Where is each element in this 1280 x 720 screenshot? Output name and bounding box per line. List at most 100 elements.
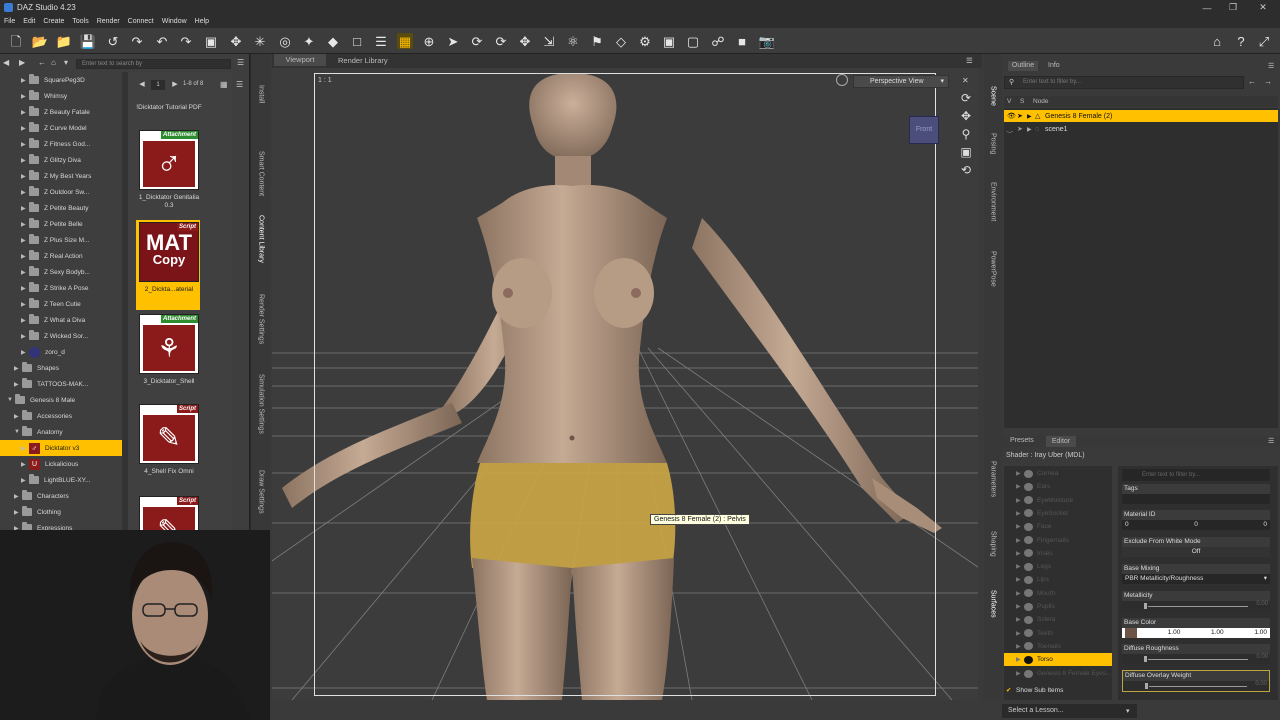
library-item-thumbnail[interactable]: MAT Copy Script bbox=[139, 222, 199, 282]
library-item-thumbnail[interactable]: ⚘ Attachment bbox=[139, 314, 199, 374]
tree-item[interactable]: ▶ Z Glitzy Diva bbox=[0, 152, 122, 168]
camera-cube-icon[interactable]: ▢ bbox=[685, 33, 701, 49]
zoom-icon[interactable]: ⚲ bbox=[958, 126, 974, 142]
expand-icon[interactable]: ▶ bbox=[1016, 643, 1024, 650]
editor-menu-icon[interactable]: ☰ bbox=[1268, 437, 1274, 445]
expand-icon[interactable]: ▶ bbox=[21, 77, 29, 84]
expand-icon[interactable]: ▶ bbox=[1016, 670, 1024, 677]
expand-icon[interactable]: ▶ bbox=[14, 365, 22, 372]
expand-icon[interactable]: ▶ bbox=[21, 237, 29, 244]
options-icon[interactable]: ☰ bbox=[237, 58, 244, 67]
list-icon[interactable]: ☰ bbox=[373, 33, 389, 49]
expand-icon[interactable]: ▶ bbox=[21, 461, 29, 468]
tree-item[interactable]: ▼ Anatomy bbox=[0, 424, 122, 440]
expand-icon[interactable]: ▶ bbox=[1016, 576, 1024, 583]
surface-item[interactable]: ▶ Lips bbox=[1004, 573, 1112, 586]
surface-item[interactable]: ▶ Legs bbox=[1004, 560, 1112, 573]
expand-icon[interactable]: ▶ bbox=[21, 477, 29, 484]
tree-item[interactable]: ▶ Z Real Action bbox=[0, 248, 122, 264]
surface-item[interactable]: ▶ EyeMoisture bbox=[1004, 494, 1112, 507]
prop-metallicity[interactable]: Metallicity 0.00 bbox=[1122, 591, 1270, 611]
reset-camera-icon[interactable]: ⟲ bbox=[958, 162, 974, 178]
prop-diffuse-overlay[interactable]: Diffuse Overlay Weight 0.00 bbox=[1122, 670, 1270, 692]
universal-tool-icon[interactable]: ✥ bbox=[228, 33, 244, 49]
tree-item[interactable]: ▶ Characters bbox=[0, 488, 122, 504]
tab-editor[interactable]: Editor bbox=[1046, 436, 1076, 447]
vtab-posing[interactable]: Posing bbox=[985, 124, 1001, 164]
expand-icon[interactable]: ▶ bbox=[1016, 630, 1024, 637]
expand-icon[interactable]: ▶ bbox=[1016, 523, 1024, 530]
expand-icon[interactable]: ▶ bbox=[21, 285, 29, 292]
frame-icon[interactable]: ▣ bbox=[958, 144, 974, 160]
minimize-icon[interactable]: — bbox=[1194, 0, 1220, 15]
eye-icon[interactable]: 👁 bbox=[1007, 112, 1017, 120]
tree-item[interactable]: ▶ Z Plus Size M... bbox=[0, 232, 122, 248]
expand-icon[interactable]: ▶ bbox=[21, 253, 29, 260]
prop-tags[interactable]: Tags bbox=[1122, 484, 1270, 504]
expand-icon[interactable]: ▶ bbox=[1016, 563, 1024, 570]
surface-item[interactable]: ▶ Ears bbox=[1004, 480, 1112, 493]
vtab-simulation-settings[interactable]: Simulation Settings bbox=[253, 364, 269, 444]
surface-item[interactable]: ▶ Torso bbox=[1004, 653, 1112, 667]
collapse-icon[interactable]: ▼ bbox=[14, 429, 22, 435]
left-arrow-icon[interactable]: ← bbox=[38, 58, 48, 68]
dock-toggle-icon[interactable]: ⤢ bbox=[1256, 33, 1272, 49]
translate-icon[interactable]: ✥ bbox=[517, 33, 533, 49]
merge-icon[interactable]: 📁 bbox=[56, 33, 72, 49]
expand-icon[interactable]: ▶ bbox=[1016, 483, 1024, 490]
surface-item[interactable]: ▶ Teeth bbox=[1004, 627, 1112, 640]
library-item-thumbnail[interactable]: ♂ Attachment bbox=[139, 130, 199, 190]
vtab-render-settings[interactable]: Render Settings bbox=[253, 289, 269, 349]
select-arrow-icon[interactable]: ➤ bbox=[1017, 125, 1027, 133]
surface-item[interactable]: ▶ Genesis 8 Female Eyes... bbox=[1004, 667, 1112, 680]
filter-forward-icon[interactable]: → bbox=[1264, 77, 1272, 86]
prop-material-id[interactable]: Material ID 000 bbox=[1122, 510, 1270, 530]
tree-item[interactable]: ▶ Z Sexy Bodyb... bbox=[0, 264, 122, 280]
tree-item[interactable]: ▶ Z Teen Cutie bbox=[0, 296, 122, 312]
render-settings-icon[interactable]: ■ bbox=[734, 33, 750, 49]
expand-icon[interactable]: ▶ bbox=[21, 221, 29, 228]
tree-item[interactable]: ▶ Z What a Diva bbox=[0, 312, 122, 328]
expand-icon[interactable]: ▶ bbox=[1016, 616, 1024, 623]
page-back-icon[interactable]: ◀ bbox=[137, 80, 147, 90]
eye-closed-icon[interactable]: ‿ bbox=[1007, 125, 1017, 133]
expand-icon[interactable]: ▶ bbox=[21, 109, 29, 116]
tree-item[interactable]: ▶ ♂ Dicktator v3 bbox=[0, 440, 122, 456]
outline-node-scene[interactable]: ‿ ➤ ▶ ◌ scene1 bbox=[1004, 123, 1278, 135]
prop-diffuse-roughness[interactable]: Diffuse Roughness 0.00 bbox=[1122, 644, 1270, 664]
surface-item[interactable]: ▶ Fingernails bbox=[1004, 534, 1112, 547]
vtab-draw-settings[interactable]: Draw Settings bbox=[253, 464, 269, 519]
export-icon[interactable]: ↺ bbox=[105, 33, 121, 49]
outline-node-genesis[interactable]: 👁 ➤ ▶ △ Genesis 8 Female (2) bbox=[1004, 110, 1278, 122]
tab-viewport[interactable]: Viewport bbox=[274, 54, 326, 66]
surface-item[interactable]: ▶ EyeSocket bbox=[1004, 507, 1112, 520]
menu-help[interactable]: Help bbox=[191, 18, 213, 25]
vtab-content-library[interactable]: Content Library bbox=[253, 204, 269, 274]
import-icon[interactable]: ↷ bbox=[129, 33, 145, 49]
tree-item[interactable]: ▶ SquarePeg3D bbox=[0, 72, 122, 88]
joint-editor-icon[interactable]: ✳ bbox=[252, 33, 268, 49]
forward-icon[interactable]: ▶ bbox=[19, 58, 29, 68]
tree-item[interactable]: ▶ Z Petite Beauty bbox=[0, 200, 122, 216]
tree-item[interactable]: ▶ Z Petite Belle bbox=[0, 216, 122, 232]
surface-item[interactable]: ▶ Toenails bbox=[1004, 640, 1112, 653]
node-selection-icon[interactable]: ▣ bbox=[203, 33, 219, 49]
close-icon[interactable]: ✕ bbox=[1250, 0, 1276, 15]
restore-icon[interactable]: ❐ bbox=[1220, 0, 1246, 15]
color-swatch[interactable] bbox=[1125, 628, 1137, 638]
tree-item[interactable]: ▶ Z Wicked Sor... bbox=[0, 328, 122, 344]
expand-icon[interactable]: ▶ bbox=[1027, 113, 1035, 120]
tree-item[interactable]: ▶ TATTOOS-MAK... bbox=[0, 376, 122, 392]
prop-base-color[interactable]: Base Color 1.00 1.00 1.00 bbox=[1122, 618, 1270, 638]
spot-render-icon[interactable]: ◇ bbox=[613, 33, 629, 49]
expand-icon[interactable]: ▶ bbox=[14, 413, 22, 420]
tree-item[interactable]: ▶ Z Beauty Fatale bbox=[0, 104, 122, 120]
tree-item[interactable]: ▶ Z My Best Years bbox=[0, 168, 122, 184]
vtab-surfaces[interactable]: Surfaces bbox=[985, 574, 1001, 634]
surface-item[interactable]: ▶ Pupils bbox=[1004, 600, 1112, 613]
tree-item[interactable]: ▼ Genesis 8 Male bbox=[0, 392, 122, 408]
tab-info[interactable]: Info bbox=[1048, 62, 1060, 69]
surface-item[interactable]: ▶ Face bbox=[1004, 520, 1112, 533]
render-camera-icon[interactable]: 📷 bbox=[759, 33, 775, 49]
expand-icon[interactable]: ▶ bbox=[14, 509, 22, 516]
